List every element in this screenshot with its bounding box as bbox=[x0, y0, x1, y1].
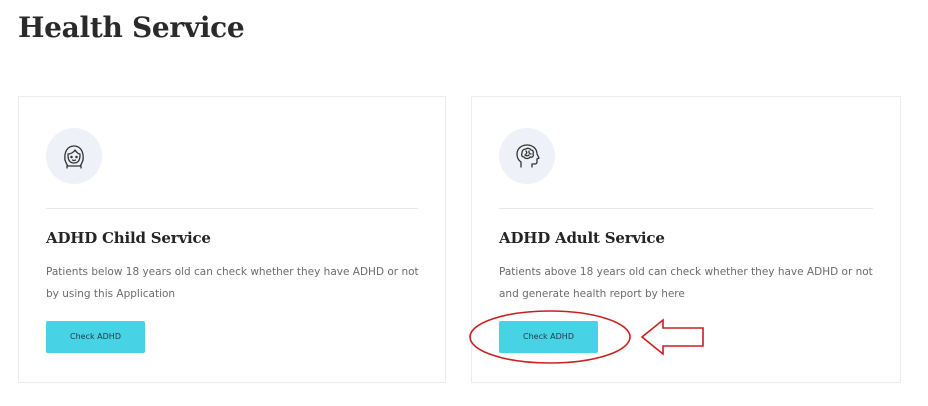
adult-brain-head-icon bbox=[516, 144, 540, 168]
child-service-card: ADHD Child Service Patients below 18 yea… bbox=[18, 96, 446, 383]
check-adhd-child-button[interactable]: Check ADHD bbox=[46, 321, 145, 353]
child-face-icon bbox=[64, 145, 84, 169]
card-title: ADHD Adult Service bbox=[499, 229, 665, 247]
adult-service-card: ADHD Adult Service Patients above 18 yea… bbox=[471, 96, 901, 383]
card-description: Patients below 18 years old can check wh… bbox=[46, 266, 419, 300]
check-adhd-adult-button[interactable]: Check ADHD bbox=[499, 321, 598, 353]
card-divider bbox=[46, 208, 418, 209]
card-description: Patients above 18 years old can check wh… bbox=[499, 266, 873, 300]
page-title: Health Service bbox=[18, 11, 245, 44]
card-title: ADHD Child Service bbox=[46, 229, 211, 247]
adult-icon-badge bbox=[499, 128, 555, 184]
child-icon-badge bbox=[46, 128, 102, 184]
card-divider bbox=[499, 208, 873, 209]
